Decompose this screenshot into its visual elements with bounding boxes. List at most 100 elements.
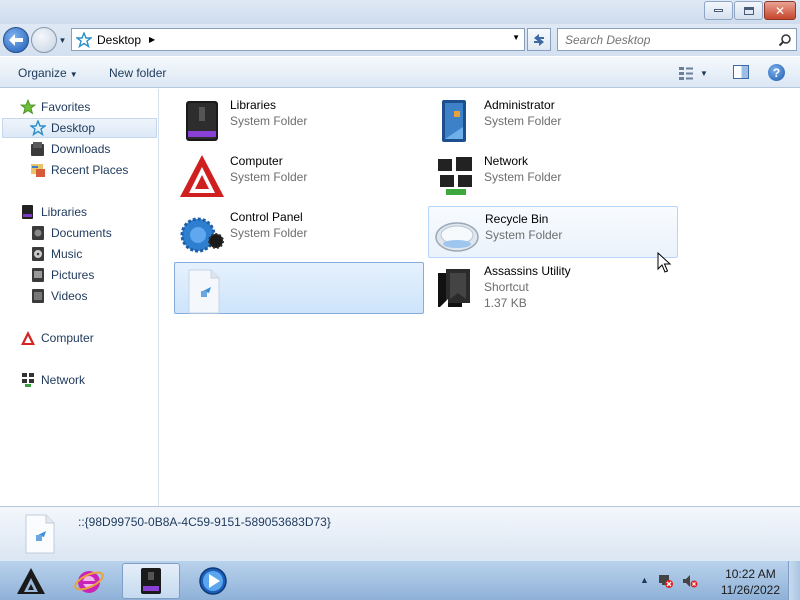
refresh-icon — [534, 33, 544, 46]
show-hidden-icons-icon[interactable]: ▲ — [640, 575, 649, 585]
sidebar-item-documents[interactable]: Documents — [30, 223, 112, 243]
sidebar-item-label: Pictures — [51, 268, 95, 282]
back-button[interactable] — [3, 27, 29, 53]
close-icon: ✕ — [774, 3, 786, 18]
details-selected-name: ::{98D99750-0B8A-4C59-9151-589053683D73} — [78, 515, 331, 529]
details-pane: ::{98D99750-0B8A-4C59-9151-589053683D73} — [0, 506, 800, 560]
close-button[interactable]: ✕ — [764, 1, 796, 20]
media-player-icon — [199, 567, 227, 595]
sidebar-item-label: Videos — [51, 289, 88, 303]
clock[interactable]: 10:22 AM 11/26/2022 — [721, 566, 780, 598]
file-shortcut-icon — [188, 269, 220, 314]
sidebar-item-label: Favorites — [41, 100, 91, 114]
sidebar-item-label: Network — [41, 373, 86, 387]
organize-button[interactable]: Organize ▼ — [18, 66, 78, 80]
control-panel-icon — [180, 217, 224, 253]
preview-pane-button[interactable] — [733, 65, 749, 79]
search-box[interactable] — [557, 28, 797, 51]
star-icon — [20, 99, 36, 115]
recent-pages-button[interactable]: ▼ — [58, 34, 67, 46]
list-item-libraries[interactable]: Libraries System Folder — [174, 93, 424, 145]
item-name: Assassins Utility — [484, 264, 571, 278]
breadcrumb-chevron-icon[interactable]: ▶ — [149, 35, 155, 44]
chevron-down-icon: ▼ — [58, 35, 67, 45]
navigation-pane: Favorites Desktop Downloads Recent Place… — [0, 89, 159, 506]
sidebar-item-network[interactable]: Network — [20, 370, 85, 390]
organize-label: Organize — [18, 66, 67, 80]
help-button[interactable]: ? — [768, 64, 785, 81]
sidebar-item-downloads[interactable]: Downloads — [30, 139, 110, 159]
item-name: Control Panel — [230, 210, 303, 224]
recycle-bin-icon — [435, 222, 479, 252]
address-segment-desktop[interactable]: Desktop — [97, 33, 141, 47]
clock-date: 11/26/2022 — [720, 583, 780, 597]
sidebar-item-favorites[interactable]: Favorites — [20, 97, 90, 117]
item-type: Shortcut — [484, 280, 529, 294]
new-folder-button[interactable]: New folder — [109, 66, 166, 80]
address-dropdown-icon[interactable]: ▼ — [512, 33, 520, 42]
show-desktop-button[interactable] — [788, 561, 800, 600]
taskbar: ▲ 10:22 AM 11/26/2022 — [0, 560, 800, 600]
arrow-left-icon — [9, 34, 23, 46]
documents-icon — [30, 225, 46, 241]
videos-icon — [30, 288, 46, 304]
list-item-recycle-bin[interactable]: Recycle Bin System Folder — [428, 206, 678, 258]
list-item-network[interactable]: Network System Folder — [428, 149, 678, 201]
network-icon — [20, 372, 36, 388]
item-name: Administrator — [484, 98, 555, 112]
view-tiles-icon — [679, 67, 693, 80]
list-item-assassins-utility[interactable]: Assassins Utility Shortcut 1.37 KB — [428, 259, 678, 311]
sidebar-item-pictures[interactable]: Pictures — [30, 265, 94, 285]
list-item-administrator[interactable]: Administrator System Folder — [428, 93, 678, 145]
taskbar-internet-explorer[interactable] — [60, 563, 118, 599]
search-input[interactable] — [565, 32, 775, 47]
user-folder-icon — [442, 100, 466, 142]
internet-explorer-icon — [74, 571, 104, 593]
sidebar-item-videos[interactable]: Videos — [30, 286, 87, 306]
address-bar[interactable]: Desktop ▶ ▼ — [71, 28, 525, 51]
network-icon — [438, 157, 472, 195]
item-type: System Folder — [484, 170, 562, 184]
caption-buttons: ✕ — [703, 1, 796, 20]
computer-icon — [20, 330, 36, 346]
maximize-button[interactable] — [734, 1, 763, 20]
system-tray: ▲ 10:22 AM 11/26/2022 — [630, 561, 800, 600]
volume-muted-icon[interactable] — [682, 573, 698, 589]
sidebar-item-music[interactable]: Music — [30, 244, 82, 264]
change-view-button[interactable]: ▼ — [678, 65, 714, 81]
start-button[interactable] — [2, 563, 60, 599]
computer-icon — [180, 155, 224, 197]
item-name: Network — [484, 154, 529, 168]
sidebar-item-libraries[interactable]: Libraries — [20, 202, 87, 222]
assassins-utility-icon — [438, 269, 470, 307]
taskbar-media-player[interactable] — [184, 563, 242, 599]
recent-places-icon — [30, 162, 46, 178]
title-bar: ✕ — [0, 0, 800, 24]
libraries-icon — [20, 204, 36, 220]
item-type: System Folder — [230, 114, 308, 128]
desktop-icon — [30, 120, 46, 136]
sidebar-item-recent-places[interactable]: Recent Places — [30, 160, 128, 180]
list-item-computer[interactable]: Computer System Folder — [174, 149, 424, 201]
downloads-icon — [30, 141, 46, 157]
libraries-icon — [186, 101, 218, 141]
list-item-unnamed-shortcut[interactable] — [174, 262, 424, 314]
network-disconnected-icon[interactable] — [658, 573, 674, 589]
item-name: Computer — [230, 154, 283, 168]
minimize-button[interactable] — [704, 1, 733, 20]
sidebar-item-label: Desktop — [51, 121, 96, 135]
list-item-control-panel[interactable]: Control Panel System Folder — [174, 205, 424, 257]
help-icon: ? — [772, 65, 781, 80]
command-bar: Organize ▼ New folder ▼ ? — [0, 56, 800, 88]
sidebar-item-label: Libraries — [41, 205, 88, 219]
sidebar-item-computer[interactable]: Computer — [20, 328, 94, 348]
forward-button[interactable] — [31, 27, 57, 53]
file-list: Libraries System Folder Administrator Sy… — [160, 89, 800, 506]
sidebar-item-label: Music — [51, 247, 83, 261]
refresh-button[interactable] — [527, 28, 551, 51]
search-icon[interactable] — [778, 33, 792, 47]
file-shortcut-icon — [25, 514, 55, 554]
sidebar-item-desktop[interactable]: Desktop — [2, 118, 157, 138]
taskbar-windows-explorer[interactable] — [122, 563, 180, 599]
item-name: Libraries — [230, 98, 277, 112]
